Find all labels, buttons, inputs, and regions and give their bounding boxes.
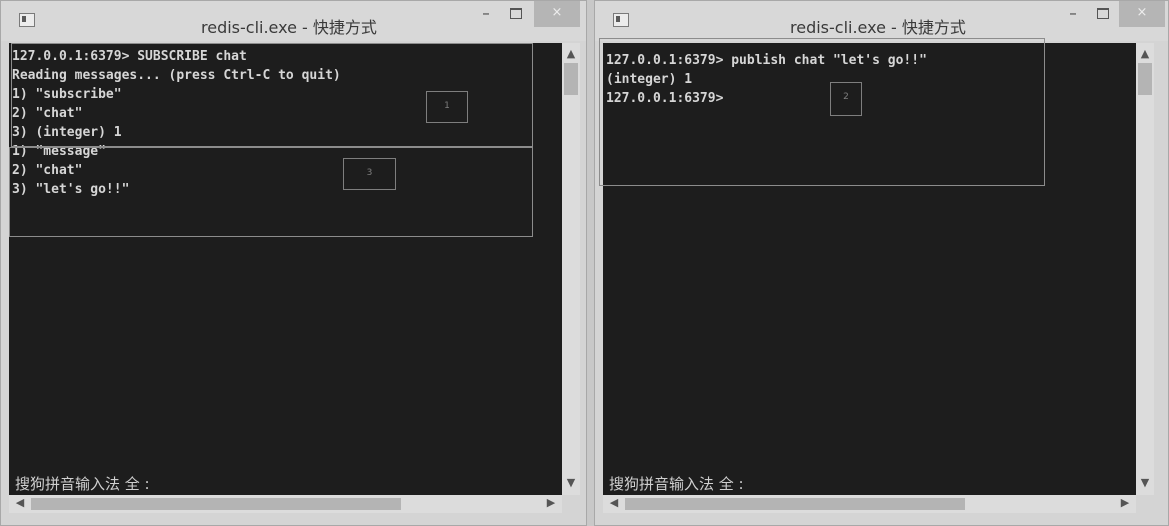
maximize-icon	[510, 8, 522, 19]
vertical-scroll-thumb[interactable]	[1138, 63, 1152, 95]
console-app-icon[interactable]	[19, 13, 35, 27]
close-button[interactable]: ×	[1119, 1, 1165, 27]
horizontal-scrollbar[interactable]: ◀ ▶	[603, 495, 1136, 513]
maximize-icon	[1097, 8, 1109, 19]
close-button[interactable]: ×	[534, 1, 580, 27]
maximize-button[interactable]	[1090, 1, 1116, 27]
vertical-scroll-thumb[interactable]	[564, 63, 578, 95]
annotation-marker: 2	[830, 82, 862, 116]
annotation-marker: 3	[343, 158, 396, 190]
horizontal-scroll-thumb[interactable]	[31, 498, 401, 510]
scroll-up-icon[interactable]: ▲	[562, 47, 580, 60]
annotation-box-publish	[599, 38, 1045, 186]
scroll-right-icon[interactable]: ▶	[542, 496, 560, 509]
horizontal-scroll-thumb[interactable]	[625, 498, 965, 510]
subscriber-console-window[interactable]: redis-cli.exe - 快捷方式 – × 127.0.0.1:6379>…	[0, 0, 587, 526]
window-title: redis-cli.exe - 快捷方式	[201, 18, 377, 37]
scroll-left-icon[interactable]: ◀	[605, 496, 623, 509]
annotation-marker: 1	[426, 91, 468, 123]
title-bar[interactable]: redis-cli.exe - 快捷方式 – ×	[1, 1, 586, 41]
maximize-button[interactable]	[503, 1, 529, 27]
publisher-console-window[interactable]: redis-cli.exe - 快捷方式 – × 127.0.0.1:6379>…	[594, 0, 1169, 526]
console-app-icon[interactable]	[613, 13, 629, 27]
scroll-up-icon[interactable]: ▲	[1136, 47, 1154, 60]
ime-status-text: 搜狗拼音输入法 全 :	[15, 475, 150, 493]
minimize-button[interactable]: –	[473, 1, 499, 27]
ime-status-text: 搜狗拼音输入法 全 :	[609, 475, 744, 493]
scroll-down-icon[interactable]: ▼	[1136, 476, 1154, 489]
title-bar[interactable]: redis-cli.exe - 快捷方式 – ×	[595, 1, 1168, 41]
horizontal-scrollbar[interactable]: ◀ ▶	[9, 495, 562, 513]
scroll-right-icon[interactable]: ▶	[1116, 496, 1134, 509]
vertical-scrollbar[interactable]: ▲ ▼	[562, 43, 580, 495]
scroll-down-icon[interactable]: ▼	[562, 476, 580, 489]
scroll-left-icon[interactable]: ◀	[11, 496, 29, 509]
annotation-box-message	[9, 147, 533, 237]
window-title: redis-cli.exe - 快捷方式	[790, 18, 966, 37]
minimize-button[interactable]: –	[1060, 1, 1086, 27]
vertical-scrollbar[interactable]: ▲ ▼	[1136, 43, 1154, 495]
